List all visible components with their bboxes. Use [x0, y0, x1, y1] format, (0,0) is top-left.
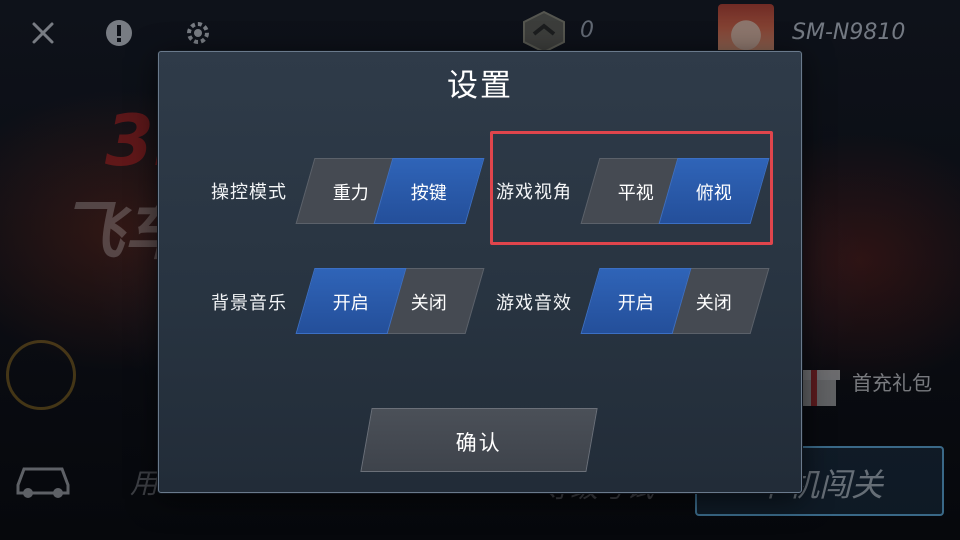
rank-count: 0 — [580, 18, 594, 43]
gear-icon[interactable] — [183, 18, 213, 48]
control-mode-toggle: 重力 按键 — [295, 158, 485, 224]
control-mode-label: 操控模式 — [211, 182, 287, 203]
phone-icon[interactable] — [6, 340, 76, 410]
sound-effects-toggle: 开启 关闭 — [580, 268, 770, 334]
bg-music-label: 背景音乐 — [211, 293, 287, 314]
bg-music-on-option[interactable]: 开启 — [295, 268, 407, 334]
close-icon[interactable] — [28, 18, 58, 48]
bg-music-toggle: 开启 关闭 — [295, 268, 485, 334]
confirm-button[interactable]: 确认 — [360, 408, 598, 472]
view-angle-topdown-option[interactable]: 俯视 — [658, 158, 770, 224]
sound-effects-on-option[interactable]: 开启 — [580, 268, 692, 334]
first-charge-gift-label[interactable]: 首充礼包 — [852, 367, 932, 396]
car-icon[interactable] — [10, 455, 76, 501]
mode-label: 用 — [130, 467, 159, 500]
device-name: SM-N9810 — [792, 20, 906, 45]
alert-icon[interactable] — [104, 18, 134, 48]
sound-effects-label: 游戏音效 — [496, 293, 572, 314]
confirm-button-label: 确认 — [455, 431, 502, 455]
avatar[interactable] — [718, 4, 774, 56]
rank-badge-icon — [520, 10, 568, 54]
control-mode-button-option[interactable]: 按键 — [373, 158, 485, 224]
dialog-title: 设置 — [447, 68, 513, 104]
